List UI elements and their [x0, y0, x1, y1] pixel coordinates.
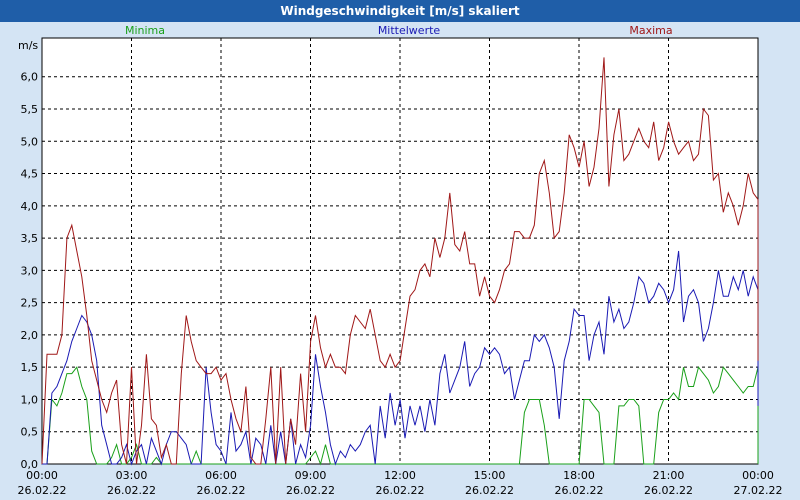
y-tick-label: 0,5: [21, 426, 39, 439]
x-tick-time: 03:00: [116, 469, 148, 482]
legend-mittelwerte: Mittelwerte: [378, 24, 441, 37]
x-tick-time: 15:00: [474, 469, 506, 482]
y-tick-label: 1,0: [21, 393, 39, 406]
x-tick-date: 26.02.22: [107, 484, 156, 497]
x-tick-date: 26.02.22: [376, 484, 425, 497]
y-tick-label: 1,5: [21, 361, 39, 374]
y-axis-unit: m/s: [18, 39, 38, 52]
x-tick-date: 26.02.22: [18, 484, 67, 497]
x-tick-time: 21:00: [653, 469, 685, 482]
legend-minima: Minima: [125, 24, 165, 37]
chart-title: Windgeschwindigkeit [m/s] skaliert: [280, 4, 520, 18]
x-tick-date: 26.02.22: [286, 484, 335, 497]
x-tick-time: 00:00: [742, 469, 774, 482]
x-tick-date: 27.02.22: [734, 484, 783, 497]
x-tick-time: 06:00: [205, 469, 237, 482]
chart-title-bar: Windgeschwindigkeit [m/s] skaliert: [0, 0, 800, 22]
y-tick-label: 3,0: [21, 264, 39, 277]
wind-speed-chart: 0,00,51,01,52,02,53,03,54,04,55,05,56,00…: [18, 24, 783, 497]
y-tick-label: 2,0: [21, 329, 39, 342]
x-tick-date: 26.02.22: [555, 484, 604, 497]
y-tick-label: 5,5: [21, 103, 39, 116]
x-tick-date: 26.02.22: [197, 484, 246, 497]
y-tick-label: 4,5: [21, 168, 39, 181]
x-tick-date: 26.02.22: [644, 484, 693, 497]
legend-maxima: Maxima: [629, 24, 672, 37]
y-tick-label: 6,0: [21, 71, 39, 84]
x-tick-time: 12:00: [384, 469, 416, 482]
y-tick-label: 4,0: [21, 200, 39, 213]
x-tick-date: 26.02.22: [465, 484, 514, 497]
x-tick-time: 09:00: [295, 469, 327, 482]
y-tick-label: 3,5: [21, 232, 39, 245]
y-tick-label: 2,5: [21, 297, 39, 310]
y-tick-label: 5,0: [21, 135, 39, 148]
x-tick-time: 00:00: [26, 469, 58, 482]
x-tick-time: 18:00: [563, 469, 595, 482]
